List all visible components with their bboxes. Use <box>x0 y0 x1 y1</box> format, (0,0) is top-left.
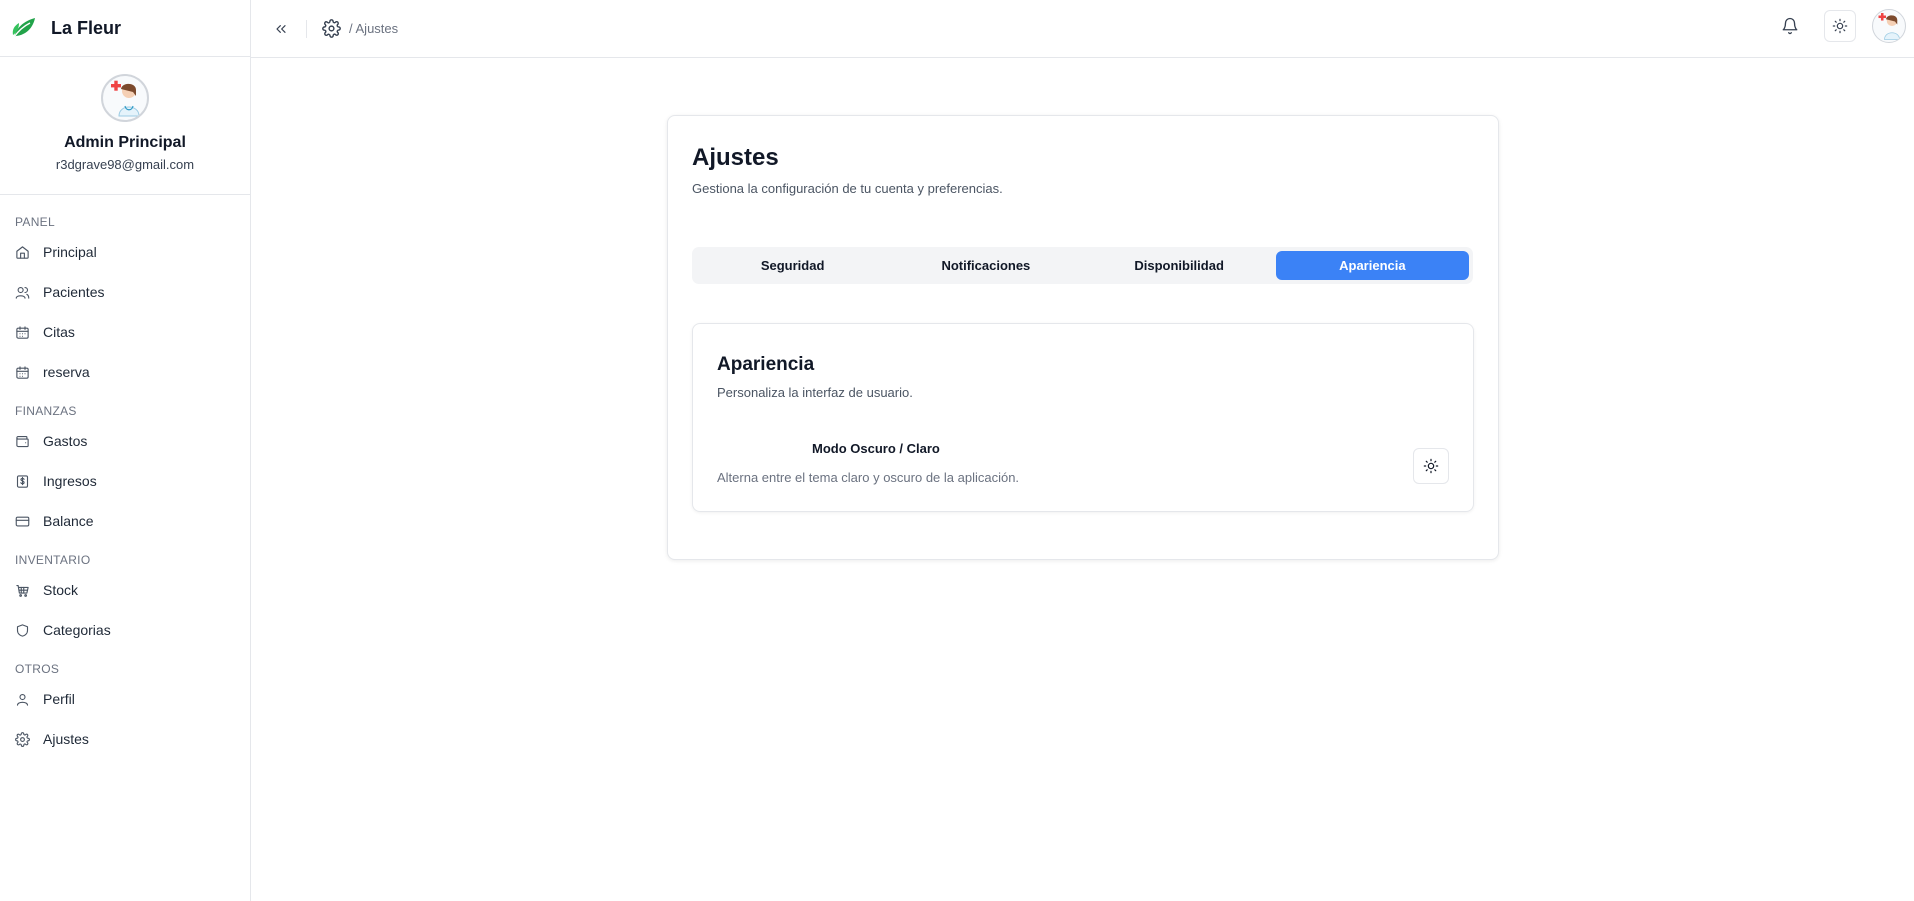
sidebar-item-label: Gastos <box>43 433 88 449</box>
tab-notificaciones[interactable]: Notificaciones <box>889 251 1082 280</box>
leaf-logo-icon <box>12 18 35 38</box>
theme-toggle-button[interactable] <box>1824 10 1856 42</box>
sidebar-item-principal[interactable]: Principal <box>0 232 250 272</box>
dollar-receipt-icon <box>16 474 29 488</box>
avatar[interactable] <box>101 74 149 122</box>
sidebar-item-label: Perfil <box>43 691 75 707</box>
sidebar: La Fleur Admin Principal r3dgrave98@gmai… <box>0 0 251 901</box>
sidebar-item-label: Categorias <box>43 622 111 638</box>
nav-section-title: INVENTARIO <box>15 553 91 567</box>
sidebar-item-perfil[interactable]: Perfil <box>0 679 250 719</box>
shield-icon <box>16 623 29 637</box>
calendar-icon <box>16 365 29 379</box>
settings-card: Ajustes Gestiona la configuración de tu … <box>667 115 1499 560</box>
sidebar-item-label: Ingresos <box>43 473 97 489</box>
app-root: La Fleur Admin Principal r3dgrave98@gmai… <box>0 0 1914 901</box>
sun-icon <box>1832 18 1848 34</box>
doctor-avatar-icon <box>111 80 140 117</box>
nav-section-title: FINANZAS <box>15 404 77 418</box>
notifications-button[interactable] <box>1774 10 1806 42</box>
sidebar-item-gastos[interactable]: Gastos <box>0 421 250 461</box>
gear-icon <box>15 731 30 747</box>
theme-mode-label: Modo Oscuro / Claro <box>812 441 940 456</box>
doctor-avatar-icon <box>1878 13 1900 40</box>
sidebar-item-ajustes[interactable]: Ajustes <box>0 719 250 759</box>
gear-icon <box>321 19 341 38</box>
chevrons-left-icon <box>276 24 286 33</box>
collapse-sidebar-button[interactable] <box>268 16 294 42</box>
profile-email: r3dgrave98@gmail.com <box>55 157 195 172</box>
sidebar-item-label: reserva <box>43 364 90 380</box>
user-menu-avatar[interactable] <box>1872 9 1906 43</box>
topbar-actions <box>1774 9 1906 43</box>
sidebar-item-label: Stock <box>43 582 79 598</box>
sidebar-item-label: Pacientes <box>43 284 105 300</box>
tab-apariencia[interactable]: Apariencia <box>1275 251 1469 280</box>
home-icon <box>16 245 29 259</box>
nav-section-title: OTROS <box>15 662 60 676</box>
tab-seguridad[interactable]: Seguridad <box>696 251 889 280</box>
profile-name: Admin Principal <box>64 134 186 151</box>
sidebar-item-ingresos[interactable]: Ingresos <box>0 461 250 501</box>
credit-card-icon <box>15 516 30 526</box>
nav-section-title: PANEL <box>15 215 55 229</box>
appearance-title: Apariencia <box>717 354 815 375</box>
sidebar-item-label: Citas <box>43 324 75 340</box>
sidebar-item-categorias[interactable]: Categorias <box>0 610 250 650</box>
appearance-subtitle: Personaliza la interfaz de usuario. <box>717 385 913 400</box>
sidebar-item-citas[interactable]: Citas <box>0 312 250 352</box>
cart-icon <box>16 584 29 597</box>
sidebar-nav: PANEL Principal Pacientes Citas reserva … <box>0 195 250 759</box>
brand[interactable]: La Fleur <box>0 0 250 57</box>
brand-name: La Fleur <box>51 17 122 38</box>
sidebar-item-reserva[interactable]: reserva <box>0 352 250 392</box>
sidebar-item-stock[interactable]: Stock <box>0 570 250 610</box>
topbar: / Ajustes <box>251 0 1914 58</box>
sidebar-item-label: Balance <box>43 513 94 529</box>
theme-mode-description: Alterna entre el tema claro y oscuro de … <box>717 470 1020 485</box>
sidebar-item-label: Ajustes <box>43 731 89 747</box>
user-icon <box>16 693 29 706</box>
breadcrumb-settings-link[interactable] <box>321 19 341 39</box>
sidebar-item-label: Principal <box>43 244 97 260</box>
sidebar-item-balance[interactable]: Balance <box>0 501 250 541</box>
tab-disponibilidad[interactable]: Disponibilidad <box>1083 251 1276 280</box>
bell-icon <box>1782 17 1798 35</box>
appearance-panel: Apariencia Personaliza la interfaz de us… <box>692 323 1474 512</box>
sun-icon <box>1423 458 1439 474</box>
breadcrumb: / Ajustes <box>349 21 399 36</box>
wallet-icon <box>16 435 29 447</box>
appearance-theme-toggle-button[interactable] <box>1413 448 1449 484</box>
sidebar-item-pacientes[interactable]: Pacientes <box>0 272 250 312</box>
divider <box>306 19 307 38</box>
calendar-icon <box>16 325 29 339</box>
settings-tabs: Seguridad Notificaciones Disponibilidad … <box>692 247 1473 284</box>
page-title: Ajustes <box>692 144 779 171</box>
page-subtitle: Gestiona la configuración de tu cuenta y… <box>692 181 1003 196</box>
users-icon <box>15 286 30 299</box>
profile-block: Admin Principal r3dgrave98@gmail.com <box>0 57 250 195</box>
